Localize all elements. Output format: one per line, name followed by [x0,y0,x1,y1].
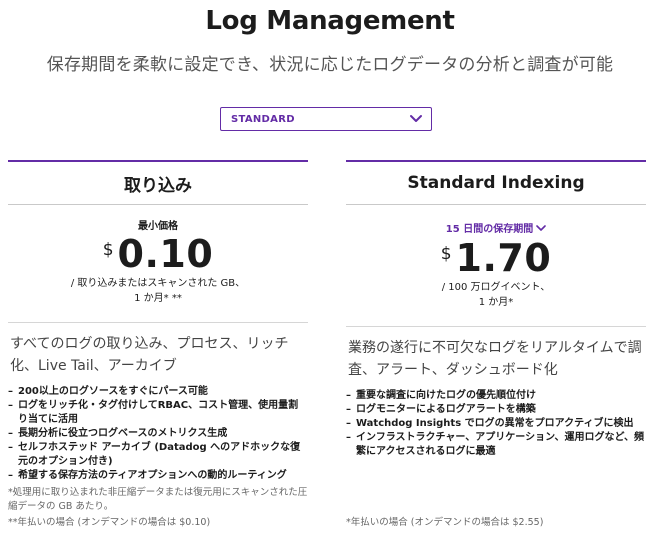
min-price-label: 最小価格 [138,221,178,232]
feature-item: インフラストラクチャー、アプリケーション、運用ログなど、頻繁にアクセスされるログ… [346,431,646,459]
indexing-footnote: *年払いの場合 (オンデマンドの場合は $2.55) [346,517,544,528]
ingest-description: すべてのログの取り込み、プロセス、リッチ化、Live Tail、アーカイブ [10,336,289,374]
card-divider [346,326,646,327]
feature-item: 重要な調査に向けたログの優先順位付け [346,389,646,403]
indexing-description: 業務の遂行に不可欠なログをリアルタイムで調査、アラート、ダッシュボード化 [348,340,642,378]
retention-period-label: 15 日間の保存期間 [445,224,534,235]
indexing-price-unit: / 100 万ログイベント、 1 か月* [346,280,646,310]
feature-item: ログをリッチ化・タグ付けしてRBAC、コスト管理、使用量割り当てに活用 [8,399,308,427]
indexing-card: Standard Indexing 15 日間の保存期間 $ 1.70 / 10… [346,160,646,459]
indexing-price-block: 15 日間の保存期間 $ 1.70 / 100 万ログイベント、 1 か月* [346,205,646,310]
ingest-price: 0.10 [117,232,214,276]
indexing-feature-list: 重要な調査に向けたログの優先順位付け ログモニターによるログアラートを構築 Wa… [346,389,646,459]
currency-symbol: $ [102,240,114,260]
ingest-card: 取り込み 最小価格 $ 0.10 / 取り込みまたはスキャンされた GB、 1 … [8,160,308,483]
feature-item: 希望する保存方法のティアオプションへの動的ルーティング [8,469,308,483]
feature-item: 長期分析に役立つログベースのメトリクス生成 [8,427,308,441]
currency-symbol: $ [440,244,452,264]
card-divider [8,322,308,323]
retention-period-dropdown[interactable]: 15 日間の保存期間 [445,220,547,235]
ingest-price-unit: / 取り込みまたはスキャンされた GB、 1 か月* ** [8,276,308,306]
chevron-down-icon [410,115,422,122]
feature-item: Watchdog Insights でログの異常をプロアクティブに検出 [346,417,646,431]
ingest-feature-list: 200以上のログソースをすぐにパース可能 ログをリッチ化・タグ付けしてRBAC、… [8,385,308,483]
page-subtitle: 保存期間を柔軟に設定でき、状況に応じたログデータの分析と調査が可能 [46,55,614,75]
plan-select-dropdown[interactable]: STANDARD [220,107,432,131]
indexing-price-row: $ 1.70 [346,238,646,278]
ingest-price-row: $ 0.10 [8,234,308,274]
ingest-price-block: 最小価格 $ 0.10 / 取り込みまたはスキャンされた GB、 1 か月* *… [8,205,308,306]
ingest-footnote-2: **年払いの場合 (オンデマンドの場合は $0.10) [8,517,211,528]
plan-select-value: STANDARD [231,113,295,125]
ingest-footnote-1: *処理用に取り込まれた非圧縮データまたは復元用にスキャンされた圧縮データの GB… [8,487,308,512]
ingest-unit-line2: 1 か月* ** [134,293,182,304]
ingest-unit-line1: / 取り込みまたはスキャンされた GB、 [70,278,246,289]
chevron-down-icon [536,224,547,231]
feature-item: ログモニターによるログアラートを構築 [346,403,646,417]
indexing-unit-line1: / 100 万ログイベント、 [441,282,551,293]
indexing-unit-line2: 1 か月* [478,297,514,308]
indexing-card-title: Standard Indexing [346,162,646,205]
feature-item: セルフホステッド アーカイブ (Datadog へのアドホックな復元のオプション… [8,441,308,469]
page-title: Log Management [205,6,455,36]
ingest-card-title: 取り込み [8,162,308,205]
feature-item: 200以上のログソースをすぐにパース可能 [8,385,308,399]
indexing-price: 1.70 [455,236,552,280]
